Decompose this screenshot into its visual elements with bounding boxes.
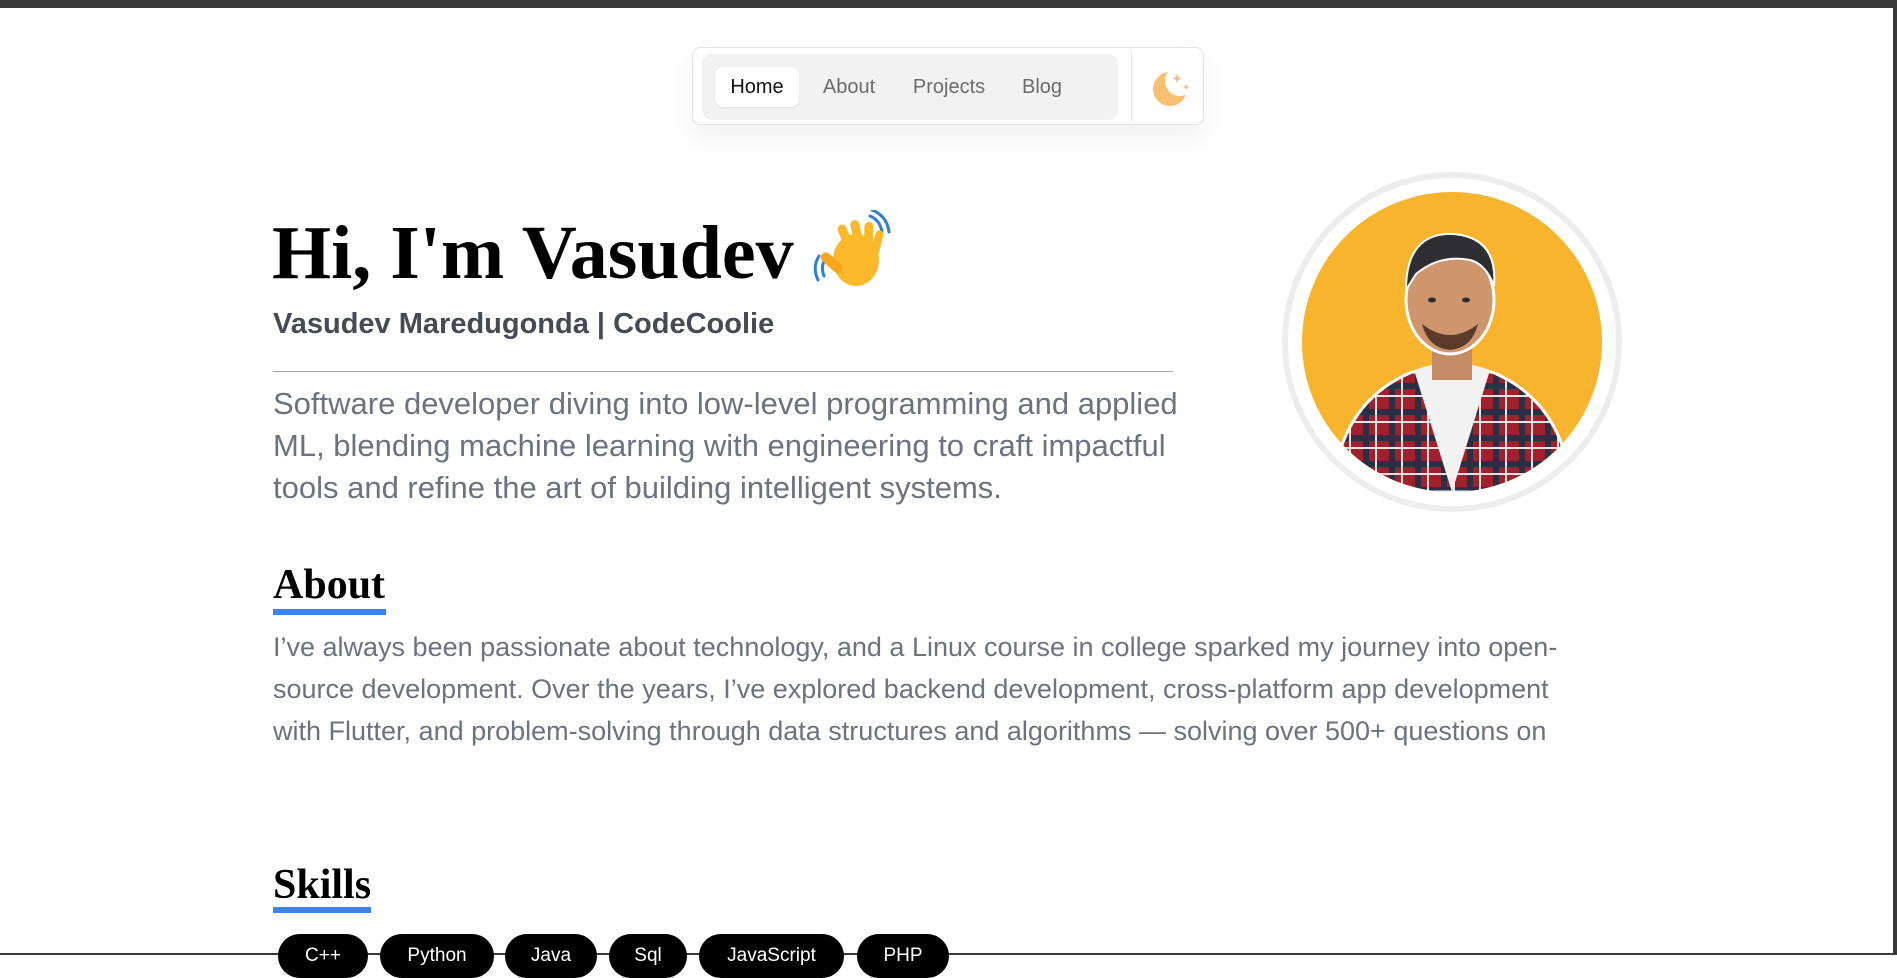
window-top-edge [0, 0, 1897, 8]
skills-heading-underline [273, 907, 371, 913]
hero-title: Hi, I'm Vasudev [272, 211, 794, 295]
skill-chip-php[interactable]: PHP [857, 934, 949, 978]
skill-chip-java[interactable]: Java [505, 934, 597, 978]
navbar: Home About Projects Blog [692, 47, 1204, 125]
about-heading: About [273, 562, 386, 608]
avatar [1302, 192, 1602, 492]
skill-chip-javascript[interactable]: JavaScript [699, 934, 844, 978]
profile-photo [1302, 192, 1602, 492]
waving-hand-icon [813, 210, 891, 286]
window-right-edge [1893, 8, 1897, 955]
nav-item-home[interactable]: Home [715, 67, 799, 107]
nav-item-projects[interactable]: Projects [897, 67, 1001, 107]
nav-links-group: Home About Projects Blog [702, 54, 1118, 120]
nav-item-about[interactable]: About [809, 67, 889, 107]
about-heading-underline [273, 609, 386, 615]
theme-toggle-button[interactable] [1136, 52, 1200, 122]
nav-item-blog[interactable]: Blog [1008, 67, 1076, 107]
hero-subtitle: Vasudev Maredugonda | CodeCoolie [273, 308, 775, 340]
skills-heading: Skills [273, 862, 372, 908]
hero-divider [273, 371, 1173, 372]
moon-stars-icon [1153, 66, 1195, 106]
about-text: I’ve always been passionate about techno… [273, 632, 1558, 746]
hero-bio: Software developer diving into low-level… [273, 386, 1178, 505]
nav-divider [1131, 52, 1132, 122]
skill-chip-sql[interactable]: Sql [609, 934, 687, 978]
skill-chip-python[interactable]: Python [380, 934, 494, 978]
skill-chip-cpp[interactable]: C++ [278, 934, 368, 978]
